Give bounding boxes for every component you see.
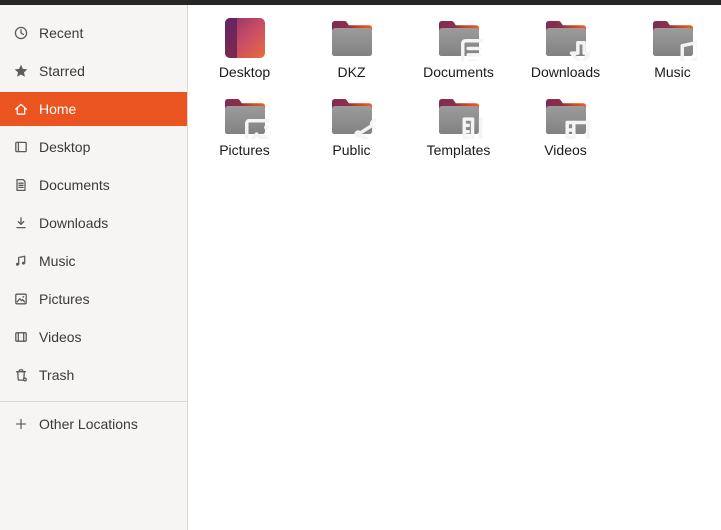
document-icon — [13, 177, 29, 193]
file-item-music[interactable]: Music — [619, 15, 721, 93]
sidebar-item-music[interactable]: Music — [0, 244, 187, 278]
file-item-dkz[interactable]: DKZ — [298, 15, 405, 93]
folder-iconvideo-icon — [542, 93, 590, 139]
sidebar: Recent Starred Home Desktop Documents Downloa… — [0, 5, 188, 530]
file-item-label: Downloads — [530, 64, 601, 80]
sidebar-item-label: Desktop — [39, 139, 91, 155]
sidebar-item-starred[interactable]: Starred — [0, 54, 187, 88]
file-grid: Desktop DKZ Documents Downloads Music Pi… — [188, 5, 721, 530]
sidebar-item-label: Other Locations — [39, 416, 138, 432]
sidebar-item-desktop[interactable]: Desktop — [0, 130, 187, 164]
desktop-icon — [13, 139, 29, 155]
folder-iconpicture-icon — [221, 93, 269, 139]
sidebar-item-label: Starred — [39, 63, 85, 79]
window-content: Recent Starred Home Desktop Documents Downloa… — [0, 5, 721, 530]
file-item-pictures[interactable]: Pictures — [191, 93, 298, 171]
video-icon — [13, 329, 29, 345]
file-item-label: DKZ — [337, 64, 366, 80]
file-item-label: Pictures — [219, 142, 270, 158]
music-icon — [13, 253, 29, 269]
folder-iconmusic-icon — [649, 15, 697, 61]
file-item-public[interactable]: Public — [298, 93, 405, 171]
sidebar-item-videos[interactable]: Videos — [0, 320, 187, 354]
file-item-documents[interactable]: Documents — [405, 15, 512, 93]
file-item-downloads[interactable]: Downloads — [512, 15, 619, 93]
file-item-label: Music — [654, 64, 691, 80]
sidebar-item-label: Recent — [39, 25, 84, 41]
sidebar-item-label: Trash — [39, 367, 75, 383]
sidebar-places-list: Recent Starred Home Desktop Documents Downloa… — [0, 16, 187, 396]
file-item-desktop[interactable]: Desktop — [191, 15, 298, 93]
sidebar-item-label: Downloads — [39, 215, 109, 231]
folder-icondownload-icon — [542, 15, 590, 61]
folder-icon — [328, 15, 376, 61]
file-item-templates[interactable]: Templates — [405, 93, 512, 171]
sidebar-item-downloads[interactable]: Downloads — [0, 206, 187, 240]
sidebar-item-home[interactable]: Home — [0, 92, 187, 126]
file-item-label: Public — [332, 142, 371, 158]
sidebar-item-label: Documents — [39, 177, 110, 193]
sidebar-separator — [0, 401, 187, 402]
desktop-gradient-icon — [221, 15, 269, 61]
recent-clock-icon — [13, 25, 29, 41]
file-item-label: Videos — [544, 142, 587, 158]
plus-icon — [13, 416, 29, 432]
folder-icontemplate-icon — [435, 93, 483, 139]
sidebar-item-label: Home — [39, 101, 77, 117]
folder-icondocument-icon — [435, 15, 483, 61]
file-item-label: Desktop — [218, 64, 271, 80]
files-window: Recent Starred Home Desktop Documents Downloa… — [0, 0, 721, 530]
sidebar-item-trash[interactable]: Trash — [0, 358, 187, 392]
download-icon — [13, 215, 29, 231]
picture-icon — [13, 291, 29, 307]
star-icon — [13, 63, 29, 79]
sidebar-item-other-locations[interactable]: Other Locations — [0, 407, 187, 441]
sidebar-item-recent[interactable]: Recent — [0, 16, 187, 50]
sidebar-item-label: Music — [39, 253, 76, 269]
file-item-label: Templates — [426, 142, 491, 158]
folder-iconshare-icon — [328, 93, 376, 139]
sidebar-item-documents[interactable]: Documents — [0, 168, 187, 202]
sidebar-item-label: Pictures — [39, 291, 90, 307]
file-item-videos[interactable]: Videos — [512, 93, 619, 171]
home-icon — [13, 101, 29, 117]
trash-icon — [13, 367, 29, 383]
sidebar-item-pictures[interactable]: Pictures — [0, 282, 187, 316]
sidebar-item-label: Videos — [39, 329, 82, 345]
file-item-label: Documents — [423, 64, 494, 80]
